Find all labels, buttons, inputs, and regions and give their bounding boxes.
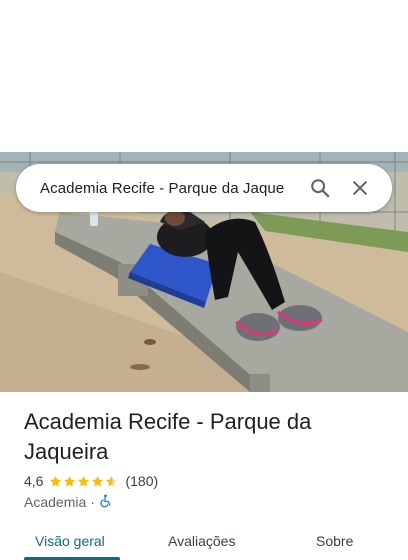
review-count[interactable]: (180) (125, 473, 158, 489)
rating-value: 4,6 (24, 473, 44, 489)
tab-overview[interactable]: Visão geral (35, 533, 105, 549)
place-title: Academia Recife - Parque da Jaqueira (24, 409, 312, 464)
star-icon (64, 475, 76, 486)
search-bar[interactable]: Academia Recife - Parque da Jaque (16, 164, 392, 212)
star-half-icon (106, 475, 118, 486)
star-icon (78, 475, 90, 486)
search-input[interactable]: Academia Recife - Parque da Jaque (40, 180, 300, 197)
separator-dot: · (90, 494, 95, 510)
tab-reviews[interactable]: Avaliações (168, 533, 235, 549)
rating-row[interactable]: 4,6 (180) (24, 471, 158, 491)
place-tabs: Visão geral Avaliações Sobre (0, 527, 408, 560)
search-icon[interactable] (300, 168, 340, 208)
wheelchair-icon (99, 494, 112, 511)
rating-stars (49, 475, 119, 488)
star-icon (50, 475, 62, 486)
star-icon (92, 475, 104, 486)
place-category: Academia (24, 494, 87, 510)
close-icon[interactable] (340, 168, 380, 208)
tab-about[interactable]: Sobre (316, 533, 353, 549)
category-row: Academia · (24, 492, 112, 512)
top-blank-area (0, 0, 408, 152)
